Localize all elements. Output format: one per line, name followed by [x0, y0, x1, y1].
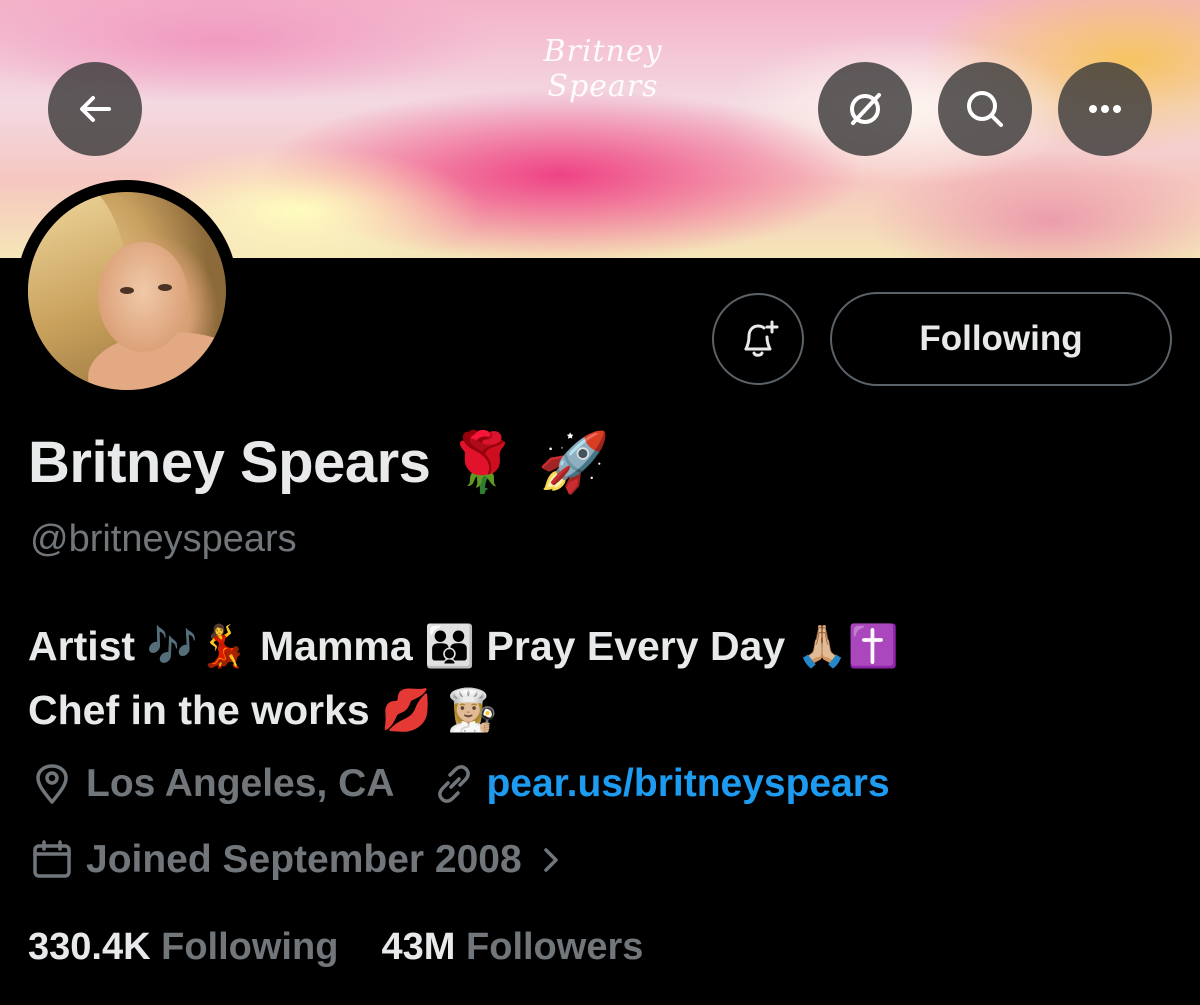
bio-text-chef: Chef in the works — [28, 687, 370, 733]
avatar-eye-left — [120, 287, 134, 294]
chevron-right-icon — [543, 848, 558, 872]
more-button[interactable] — [1058, 62, 1152, 156]
bio-text-mamma: Mamma — [260, 623, 413, 669]
profile-meta-row: Los Angeles, CA pear.us/britneyspears — [30, 762, 890, 806]
music-dancer-emoji: 🎶💃 — [146, 622, 249, 670]
link-icon — [438, 765, 471, 803]
grok-icon — [850, 93, 881, 125]
followers-count: 43M — [381, 926, 456, 968]
profile-joined: Joined September 2008 — [86, 838, 522, 881]
profile-website-link[interactable]: pear.us/britneyspears — [486, 762, 889, 806]
bio-text-artist: Artist — [28, 623, 136, 669]
profile-bio: Artist 🎶💃 Mamma 👪 Pray Every Day 🙏🏼✝️ Ch… — [28, 614, 1148, 742]
profile-joined-row[interactable]: Joined September 2008 — [30, 838, 566, 882]
profile-location: Los Angeles, CA — [86, 762, 395, 805]
grok-button[interactable] — [818, 62, 912, 156]
back-button[interactable] — [48, 62, 142, 156]
family-emoji: 👪 — [424, 622, 476, 670]
following-label: Following — [161, 926, 339, 968]
more-icon — [1089, 105, 1121, 113]
calendar-icon — [33, 840, 71, 878]
arrow-left-icon — [80, 96, 111, 122]
search-icon — [967, 91, 1003, 127]
search-button[interactable] — [938, 62, 1032, 156]
bio-text-pray: Pray Every Day — [486, 623, 786, 669]
profile-stats: 330.4K Following 43M Followers — [28, 926, 643, 969]
following-button[interactable]: Following — [830, 292, 1172, 386]
location-pin-icon — [36, 764, 68, 804]
followers-stat[interactable]: 43M Followers — [382, 926, 644, 968]
notify-button[interactable] — [712, 293, 804, 385]
following-count: 330.4K — [28, 926, 151, 968]
avatar-face — [98, 242, 188, 352]
profile-name: Britney Spears — [28, 430, 431, 495]
avatar-eye-right — [158, 284, 172, 291]
followers-label: Followers — [466, 926, 644, 968]
pray-cross-emoji: 🙏🏼✝️ — [796, 622, 899, 670]
avatar[interactable] — [28, 192, 226, 390]
kiss-chef-emoji: 💋 👩🏼‍🍳 — [381, 686, 498, 734]
profile-name-row: Britney Spears 🌹 🚀 — [28, 428, 610, 497]
bio-line-2: Chef in the works 💋 👩🏼‍🍳 — [28, 678, 1148, 742]
banner-logo: Britney Spears — [543, 34, 663, 104]
bell-plus-icon — [744, 320, 779, 357]
following-stat[interactable]: 330.4K Following — [28, 926, 349, 968]
profile-handle: @britneyspears — [30, 518, 297, 560]
bio-line-1: Artist 🎶💃 Mamma 👪 Pray Every Day 🙏🏼✝️ — [28, 614, 1148, 678]
name-emojis: 🌹 🚀 — [446, 428, 610, 496]
